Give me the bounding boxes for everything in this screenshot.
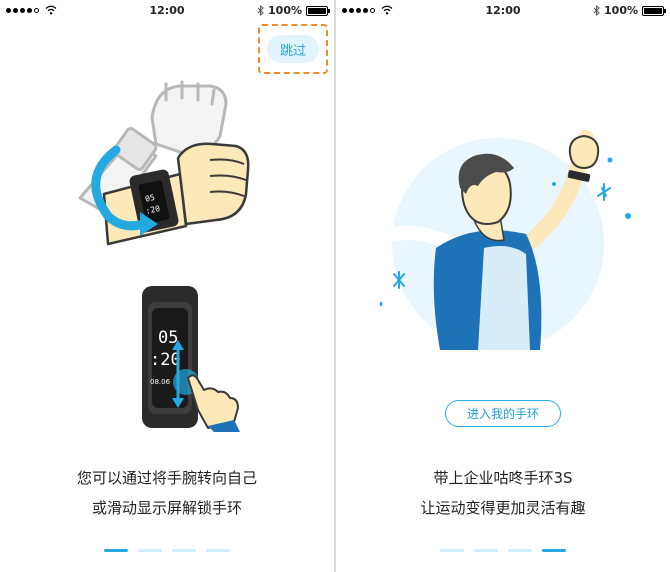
page-dot-4[interactable] xyxy=(542,549,566,552)
skip-button[interactable]: 跳过 xyxy=(267,35,319,63)
page-dot-3[interactable] xyxy=(508,549,532,552)
caption-line-1: 您可以通过将手腕转向自己 xyxy=(76,469,257,487)
caption-line-2: 或滑动显示屏解锁手环 xyxy=(91,499,242,517)
skip-highlight: 跳过 xyxy=(258,24,328,74)
wrist-turn-illustration: 05 :20 xyxy=(78,80,250,246)
large-band-date: 08.06 xyxy=(150,378,171,386)
bluetooth-icon xyxy=(257,5,264,16)
battery-icon xyxy=(306,5,330,16)
bluetooth-icon xyxy=(593,5,600,16)
runner-illustration xyxy=(380,130,631,350)
battery-percent: 100% xyxy=(268,4,302,17)
status-right: 100% xyxy=(257,4,330,17)
status-right: 100% xyxy=(593,4,666,17)
page-dot-3[interactable] xyxy=(172,549,196,552)
status-bar: 12:00 100% xyxy=(336,0,670,22)
swipe-unlock-illustration: 05 :20 08.06 xyxy=(142,286,240,432)
page-indicator xyxy=(336,549,670,552)
page-dot-2[interactable] xyxy=(138,549,162,552)
page-dot-2[interactable] xyxy=(474,549,498,552)
caption-line-1: 带上企业咕咚手环3S xyxy=(433,469,573,487)
status-bar: 12:00 100% xyxy=(0,0,334,22)
page-dot-4[interactable] xyxy=(206,549,230,552)
page-indicator xyxy=(0,549,334,552)
onboarding-screen-1: 12:00 100% 跳过 05 :20 05:20 08.06 您可以通过将… xyxy=(0,0,334,572)
page-dot-1[interactable] xyxy=(440,549,464,552)
large-band-minute: :20 xyxy=(150,350,181,370)
onboarding-screen-4: 12:00 100% 进入我的手环 带上企业咕咚手环3S 让运动变得更加灵活有趣 xyxy=(336,0,670,572)
caption-line-2: 让运动变得更加灵活有趣 xyxy=(420,499,586,517)
enter-my-band-button[interactable]: 进入我的手环 xyxy=(445,400,561,427)
page-dot-1[interactable] xyxy=(104,549,128,552)
battery-percent: 100% xyxy=(604,4,638,17)
battery-icon xyxy=(642,5,666,16)
